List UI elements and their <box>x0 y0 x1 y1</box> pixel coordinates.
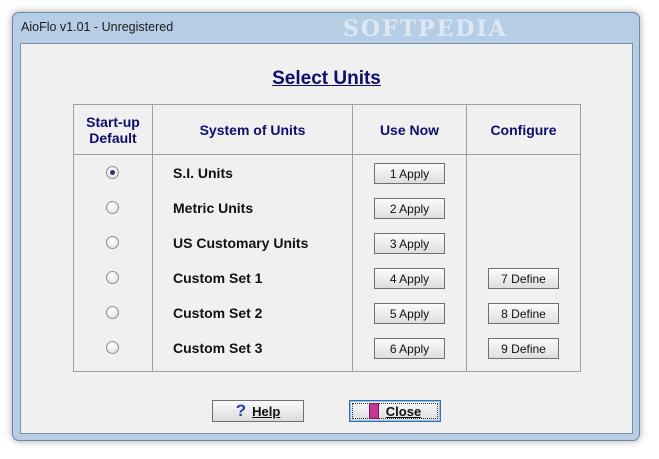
startup-radio-si[interactable] <box>106 166 119 179</box>
define-button-7[interactable]: 7 Define <box>488 268 559 289</box>
header-divider <box>74 154 580 155</box>
apply-button-1[interactable]: 1 Apply <box>374 163 445 184</box>
title-bar: AioFlo v1.01 - Unregistered SOFTPEDIA <box>13 13 639 43</box>
help-button-label: Help <box>252 403 281 419</box>
header-use-now: Use Now <box>379 121 440 138</box>
unit-label-custom-3: Custom Set 3 <box>173 340 263 356</box>
startup-radio-custom-1[interactable] <box>106 271 119 284</box>
window-title: AioFlo v1.01 - Unregistered <box>21 20 174 34</box>
unit-label-custom-2: Custom Set 2 <box>173 305 263 321</box>
apply-button-5[interactable]: 5 Apply <box>374 303 445 324</box>
startup-radio-custom-3[interactable] <box>106 341 119 354</box>
unit-label-us-customary: US Customary Units <box>173 235 309 251</box>
door-exit-icon <box>368 403 379 419</box>
header-system-of-units: System of Units <box>199 121 306 138</box>
unit-label-custom-1: Custom Set 1 <box>173 270 263 286</box>
watermark: SOFTPEDIA <box>343 16 508 42</box>
header-startup-default: Start-up Default <box>86 113 140 146</box>
help-button[interactable]: ? Help <box>212 400 304 422</box>
header-configure: Configure <box>490 121 557 138</box>
define-button-9[interactable]: 9 Define <box>488 338 559 359</box>
apply-button-2[interactable]: 2 Apply <box>374 198 445 219</box>
apply-button-4[interactable]: 4 Apply <box>374 268 445 289</box>
apply-button-3[interactable]: 3 Apply <box>374 233 445 254</box>
close-button-label: Close <box>385 403 422 419</box>
unit-label-si: S.I. Units <box>173 165 233 181</box>
unit-label-metric: Metric Units <box>173 200 254 216</box>
close-button[interactable]: Close <box>349 400 441 422</box>
app-window: AioFlo v1.01 - Unregistered SOFTPEDIA Se… <box>12 12 640 441</box>
apply-button-6[interactable]: 6 Apply <box>374 338 445 359</box>
startup-radio-metric[interactable] <box>106 201 119 214</box>
question-mark-icon: ? <box>235 401 247 420</box>
dialog-body: Select Units Start-up Default System of … <box>20 43 633 434</box>
startup-radio-us-customary[interactable] <box>106 236 119 249</box>
define-button-8[interactable]: 8 Define <box>488 303 559 324</box>
dialog-heading: Select Units <box>272 68 381 89</box>
units-table: Start-up Default System of Units Use Now… <box>73 104 581 372</box>
startup-radio-custom-2[interactable] <box>106 306 119 319</box>
